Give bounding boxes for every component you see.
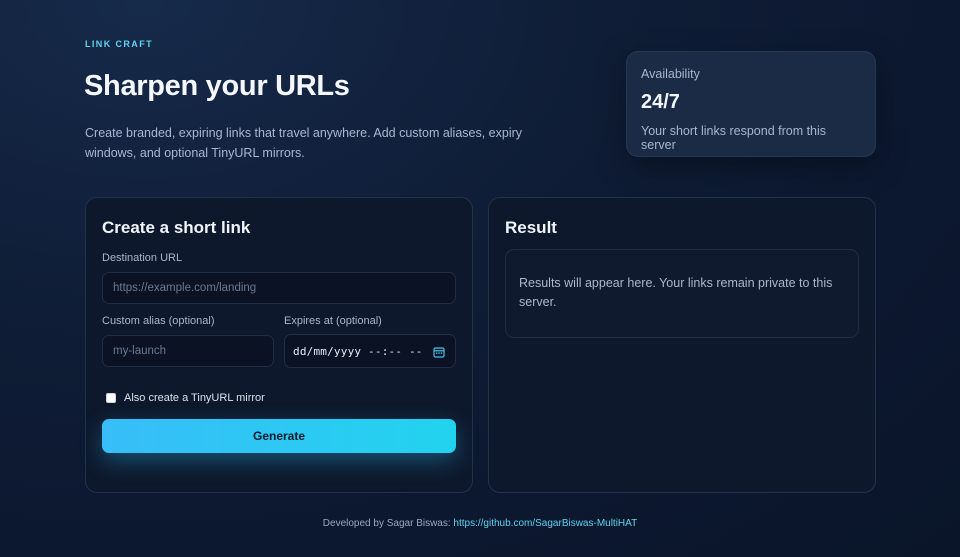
destination-url-label: Destination URL	[102, 252, 183, 264]
availability-label: Availability	[641, 67, 700, 81]
eyebrow-label: LINK CRAFT	[85, 39, 153, 49]
availability-note: Your short links respond from this serve…	[641, 124, 827, 152]
generate-button[interactable]: Generate	[102, 419, 456, 453]
expires-at-input[interactable]: dd/mm/yyyy --:-- --	[284, 334, 456, 368]
page-subtitle: Create branded, expiring links that trav…	[85, 126, 523, 160]
footer-credit: Developed by Sagar Biswas:	[322, 518, 454, 529]
result-message: Results will appear here. Your links rem…	[505, 249, 859, 338]
calendar-icon[interactable]	[433, 346, 445, 358]
result-title: Result	[505, 218, 557, 237]
expires-at-placeholder: dd/mm/yyyy --:-- --	[293, 344, 423, 358]
tinyurl-option[interactable]: Also create a TinyURL mirror	[106, 392, 265, 404]
custom-alias-input[interactable]	[102, 335, 274, 367]
availability-card: Availability 24/7 Your short links respo…	[626, 51, 876, 157]
expires-at-label: Expires at (optional)	[284, 315, 382, 327]
destination-url-input[interactable]	[102, 272, 456, 304]
page-title: Sharpen your URLs	[84, 70, 350, 102]
result-panel: Result Results will appear here. Your li…	[488, 197, 876, 493]
create-link-title: Create a short link	[102, 218, 251, 237]
create-link-panel: Create a short link Destination URL Cust…	[85, 197, 473, 493]
custom-alias-label: Custom alias (optional)	[102, 315, 215, 327]
availability-value: 24/7	[641, 91, 680, 113]
tinyurl-checkbox[interactable]	[106, 393, 116, 403]
tinyurl-checkbox-label[interactable]: Also create a TinyURL mirror	[124, 392, 265, 404]
footer: Developed by Sagar Biswas: https://githu…	[0, 518, 960, 529]
github-link[interactable]: https://github.com/SagarBiswas-MultiHAT	[453, 518, 637, 529]
